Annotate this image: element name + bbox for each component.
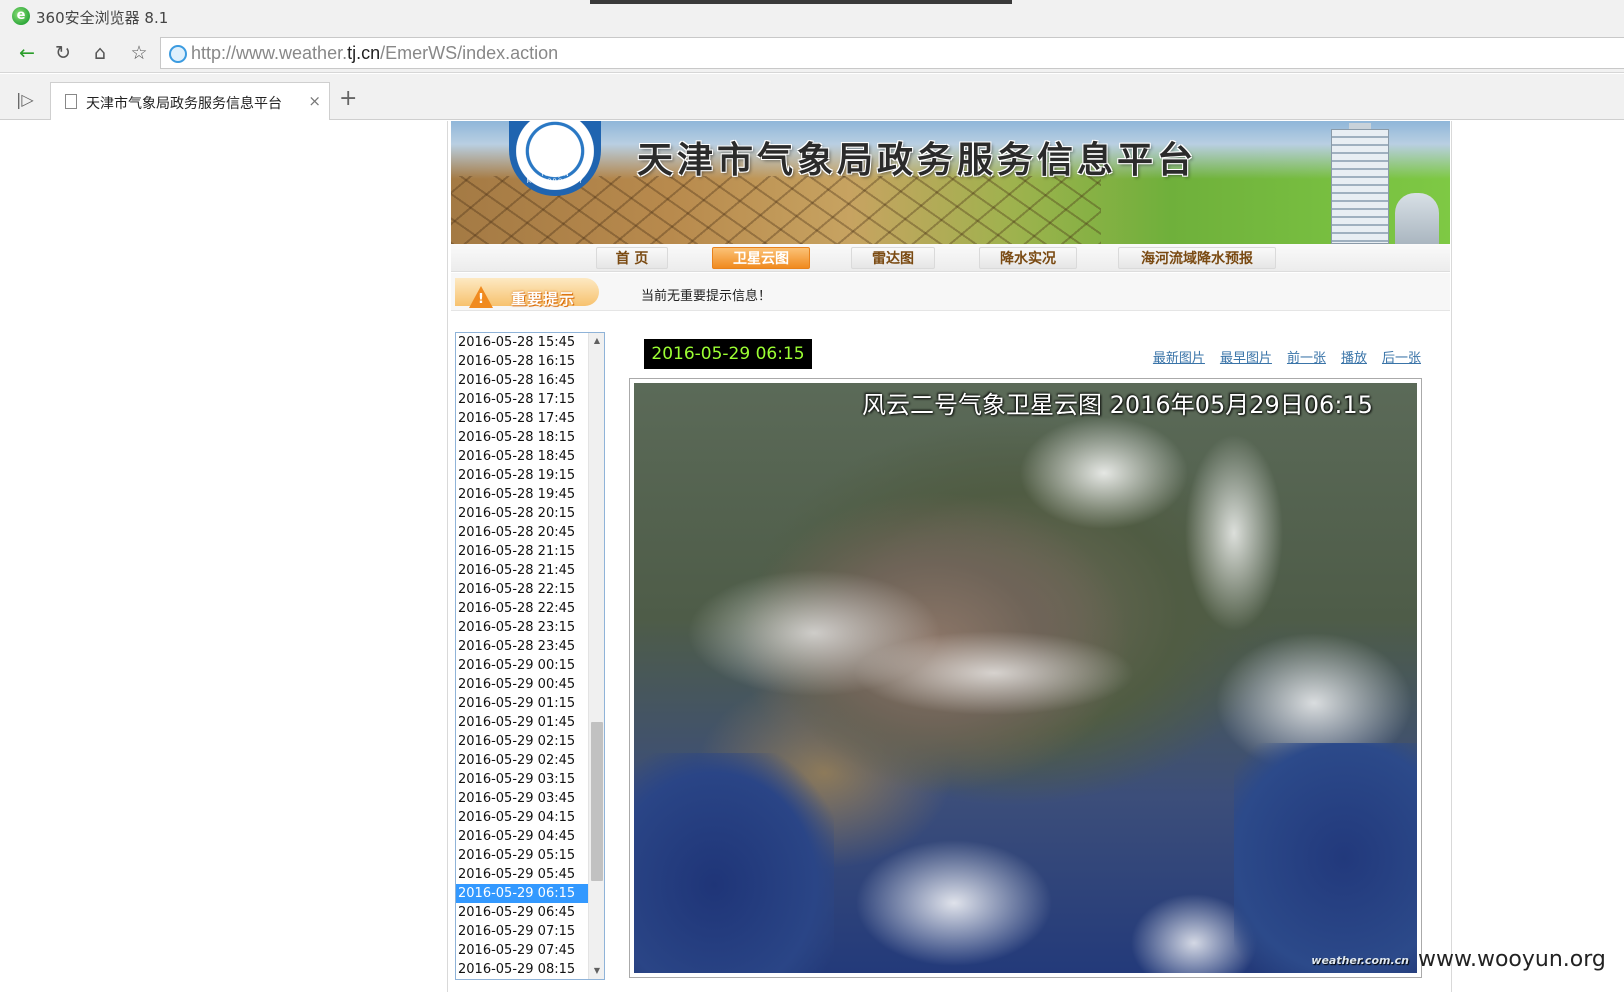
url-domain: tj.cn (347, 43, 381, 63)
main-menu: 首 页 卫星云图 雷达图 降水实况 海河流域降水预报 (451, 244, 1450, 272)
time-list-item[interactable]: 2016-05-28 22:15 (456, 580, 589, 599)
prev-image-link[interactable]: 前一张 (1287, 347, 1326, 366)
url-prefix: http://www.weather. (191, 43, 348, 63)
reload-icon[interactable]: ↻ (50, 41, 76, 65)
notice-text: 当前无重要提示信息！ (641, 289, 772, 304)
title-bar-indicator (590, 0, 1012, 4)
time-list-item[interactable]: 2016-05-28 18:45 (456, 447, 589, 466)
time-list-item[interactable]: 2016-05-29 06:45 (456, 903, 589, 922)
notice-badge: ! 重要提示 (455, 278, 599, 308)
notice-bar: ! 重要提示 当前无重要提示信息！ (451, 273, 1450, 311)
browser-logo-icon: e (12, 7, 30, 25)
time-list-item[interactable]: 2016-05-29 03:15 (456, 770, 589, 789)
new-tab-button[interactable]: + (339, 86, 357, 111)
url-text[interactable]: http://www.weather.tj.cn/EmerWS/index.ac… (191, 43, 558, 64)
play-link[interactable]: 播放 (1341, 347, 1367, 366)
time-list-item[interactable]: 2016-05-28 21:45 (456, 561, 589, 580)
scroll-down-icon[interactable]: ▼ (589, 963, 604, 979)
time-list-item[interactable]: 2016-05-28 19:15 (456, 466, 589, 485)
image-watermark: weather.com.cn (1311, 954, 1409, 967)
time-list-item[interactable]: 2016-05-28 17:45 (456, 409, 589, 428)
latest-image-link[interactable]: 最新图片 (1153, 347, 1205, 366)
page-container: TIANJIN METEOROLOGY 天津市气象局政务服务信息平台 首 页 卫… (447, 121, 1452, 992)
time-list-item[interactable]: 2016-05-28 16:45 (456, 371, 589, 390)
time-list-item[interactable]: 2016-05-28 22:45 (456, 599, 589, 618)
site-banner: TIANJIN METEOROLOGY 天津市气象局政务服务信息平台 (451, 121, 1450, 244)
browser-nav-bar: ← ↻ ⌂ ☆ http://www.weather.tj.cn/EmerWS/… (0, 33, 1624, 73)
menu-item-haihe-forecast[interactable]: 海河流域降水预报 (1118, 247, 1276, 269)
time-list-item[interactable]: 2016-05-28 17:15 (456, 390, 589, 409)
time-list-item[interactable]: 2016-05-29 00:45 (456, 675, 589, 694)
time-list-items: 2016-05-28 15:45 2016-05-28 16:15 2016-05-… (456, 333, 589, 979)
time-list-item[interactable]: 2016-05-29 07:45 (456, 941, 589, 960)
scroll-thumb[interactable] (591, 721, 603, 882)
earliest-image-link[interactable]: 最早图片 (1220, 347, 1272, 366)
current-timestamp: 2016-05-29 06:15 (644, 339, 812, 369)
tab-active[interactable]: 天津市气象局政务服务信息平台 × (50, 82, 330, 120)
time-list-item[interactable]: 2016-05-28 15:45 (456, 333, 589, 352)
time-list-item[interactable]: 2016-05-29 08:15 (456, 960, 589, 979)
browser-app-title: 360安全浏览器 8.1 (36, 9, 169, 27)
time-list-item[interactable]: 2016-05-29 02:15 (456, 732, 589, 751)
time-list-item[interactable]: 2016-05-28 20:15 (456, 504, 589, 523)
warning-mark: ! (478, 292, 484, 307)
scroll-up-icon[interactable]: ▲ (589, 333, 604, 349)
browser-title-bar: e 360安全浏览器 8.1 (0, 0, 1624, 33)
time-list-item[interactable]: 2016-05-29 06:15 (456, 884, 589, 903)
sidebar-toggle-icon[interactable]: |▷ (16, 90, 34, 109)
page-viewport: TIANJIN METEOROLOGY 天津市气象局政务服务信息平台 首 页 卫… (0, 121, 1624, 992)
sea-area-west (634, 753, 834, 973)
time-list-item[interactable]: 2016-05-28 23:45 (456, 637, 589, 656)
time-list-item[interactable]: 2016-05-28 23:15 (456, 618, 589, 637)
building-dome (1395, 193, 1439, 244)
time-list-item[interactable]: 2016-05-29 04:15 (456, 808, 589, 827)
globe-icon (169, 45, 187, 63)
star-icon[interactable]: ☆ (126, 41, 152, 65)
notice-label: 重要提示 (511, 290, 576, 308)
satellite-image-frame: 风云二号气象卫星云图 2016年05月29日06:15 weather.com.… (629, 378, 1422, 978)
list-scrollbar[interactable]: ▲ ▼ (588, 333, 604, 979)
time-list-item[interactable]: 2016-05-28 16:15 (456, 352, 589, 371)
time-list-item[interactable]: 2016-05-28 20:45 (456, 523, 589, 542)
sea-area-east (1234, 743, 1417, 973)
time-list-item[interactable]: 2016-05-29 04:45 (456, 827, 589, 846)
time-list-item[interactable]: 2016-05-29 01:15 (456, 694, 589, 713)
site-title: 天津市气象局政务服务信息平台 (637, 139, 1198, 181)
menu-item-home[interactable]: 首 页 (596, 247, 668, 269)
next-image-link[interactable]: 后一张 (1382, 347, 1421, 366)
building-tower (1331, 129, 1389, 244)
close-tab-icon[interactable]: × (308, 92, 321, 110)
time-list-item[interactable]: 2016-05-29 03:45 (456, 789, 589, 808)
time-list-item[interactable]: 2016-05-29 05:45 (456, 865, 589, 884)
back-arrow-icon[interactable]: ← (14, 41, 40, 65)
tab-bar: |▷ 天津市气象局政务服务信息平台 × + (0, 74, 1624, 120)
time-select-list[interactable]: 2016-05-28 15:45 2016-05-28 16:15 2016-05-… (455, 332, 605, 980)
address-bar[interactable]: http://www.weather.tj.cn/EmerWS/index.ac… (160, 37, 1624, 69)
menu-item-radar[interactable]: 雷达图 (851, 247, 935, 269)
url-path: /EmerWS/index.action (380, 43, 559, 63)
menu-item-satellite[interactable]: 卫星云图 (712, 247, 810, 269)
seal-text: TIANJIN METEOROLOGY (526, 171, 584, 185)
time-list-item[interactable]: 2016-05-28 19:45 (456, 485, 589, 504)
site-watermark: www.wooyun.org (1418, 947, 1606, 972)
document-icon (65, 94, 77, 109)
home-icon[interactable]: ⌂ (87, 41, 113, 65)
satellite-image-title: 风云二号气象卫星云图 2016年05月29日06:15 (862, 391, 1373, 419)
time-list-item[interactable]: 2016-05-29 01:45 (456, 713, 589, 732)
time-list-item[interactable]: 2016-05-28 21:15 (456, 542, 589, 561)
time-list-item[interactable]: 2016-05-29 00:15 (456, 656, 589, 675)
time-list-item[interactable]: 2016-05-29 05:15 (456, 846, 589, 865)
menu-item-precipitation[interactable]: 降水实况 (979, 247, 1077, 269)
time-list-item[interactable]: 2016-05-28 18:15 (456, 428, 589, 447)
time-list-item[interactable]: 2016-05-29 07:15 (456, 922, 589, 941)
satellite-cloud-image: 风云二号气象卫星云图 2016年05月29日06:15 weather.com.… (634, 383, 1417, 973)
tab-title: 天津市气象局政务服务信息平台 (86, 96, 282, 112)
image-controls: 最新图片 最早图片 前一张 播放 后一张 (1153, 347, 1421, 366)
time-list-item[interactable]: 2016-05-29 02:45 (456, 751, 589, 770)
